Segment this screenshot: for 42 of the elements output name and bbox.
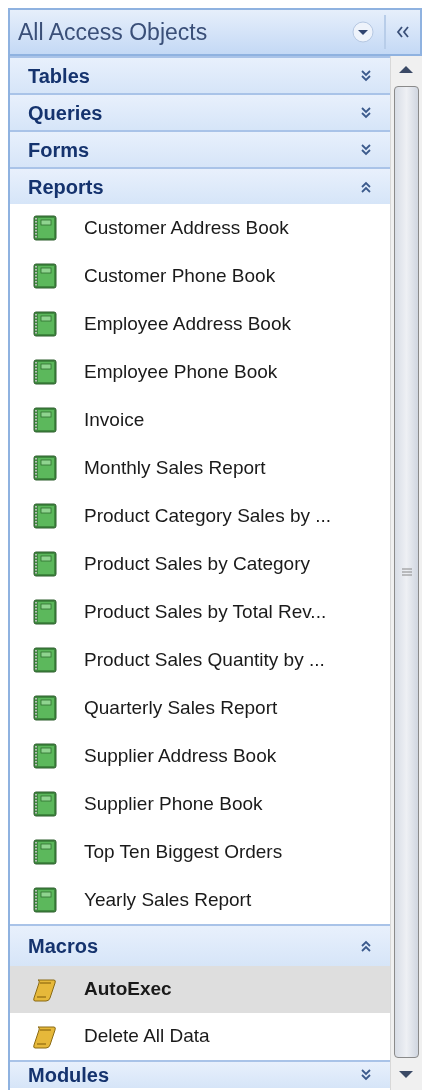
double-chevron-left-icon[interactable]: [396, 25, 410, 39]
book-icon: [32, 263, 58, 289]
scroll-thumb[interactable]: [394, 86, 419, 1058]
group-title: Modules: [28, 1063, 111, 1088]
double-chevron-up-icon[interactable]: [360, 939, 372, 953]
scroll-icon: [32, 976, 58, 1003]
book-icon: [32, 791, 58, 817]
pane-title: All Access Objects: [17, 17, 209, 47]
book-icon: [32, 647, 58, 673]
group-title: Queries: [28, 100, 104, 126]
book-icon: [32, 839, 58, 865]
dropdown-icon[interactable]: [352, 21, 374, 43]
grip-icon: [400, 568, 413, 576]
book-icon: [32, 311, 58, 337]
group-title: Forms: [28, 137, 91, 163]
book-icon: [32, 455, 58, 481]
book-icon: [32, 599, 58, 625]
book-icon: [32, 887, 58, 913]
book-icon: [32, 359, 58, 385]
double-chevron-down-icon[interactable]: [360, 142, 372, 157]
book-icon: [32, 695, 58, 721]
group-title: Macros: [28, 934, 100, 959]
group-title: Reports: [28, 174, 105, 200]
book-icon: [32, 215, 58, 241]
double-chevron-up-icon[interactable]: [360, 179, 372, 194]
book-icon: [32, 551, 58, 577]
book-icon: [32, 407, 58, 433]
double-chevron-down-icon[interactable]: [360, 68, 372, 83]
scrollbar[interactable]: [390, 56, 422, 1090]
object-list-item[interactable]: AutoExec: [10, 966, 390, 1013]
group-header[interactable]: Macros: [10, 924, 390, 966]
book-icon: [32, 503, 58, 529]
group-header[interactable]: Queries: [10, 93, 390, 130]
double-chevron-down-icon[interactable]: [360, 105, 372, 120]
double-chevron-down-icon[interactable]: [360, 1068, 372, 1082]
book-icon: [32, 743, 58, 769]
group-header[interactable]: Reports: [10, 167, 390, 204]
group-header[interactable]: Tables: [10, 56, 390, 93]
group-header[interactable]: Modules: [10, 1060, 390, 1088]
scroll-icon: [32, 1023, 58, 1050]
group-header[interactable]: Forms: [10, 130, 390, 167]
group-title: Tables: [28, 63, 91, 89]
